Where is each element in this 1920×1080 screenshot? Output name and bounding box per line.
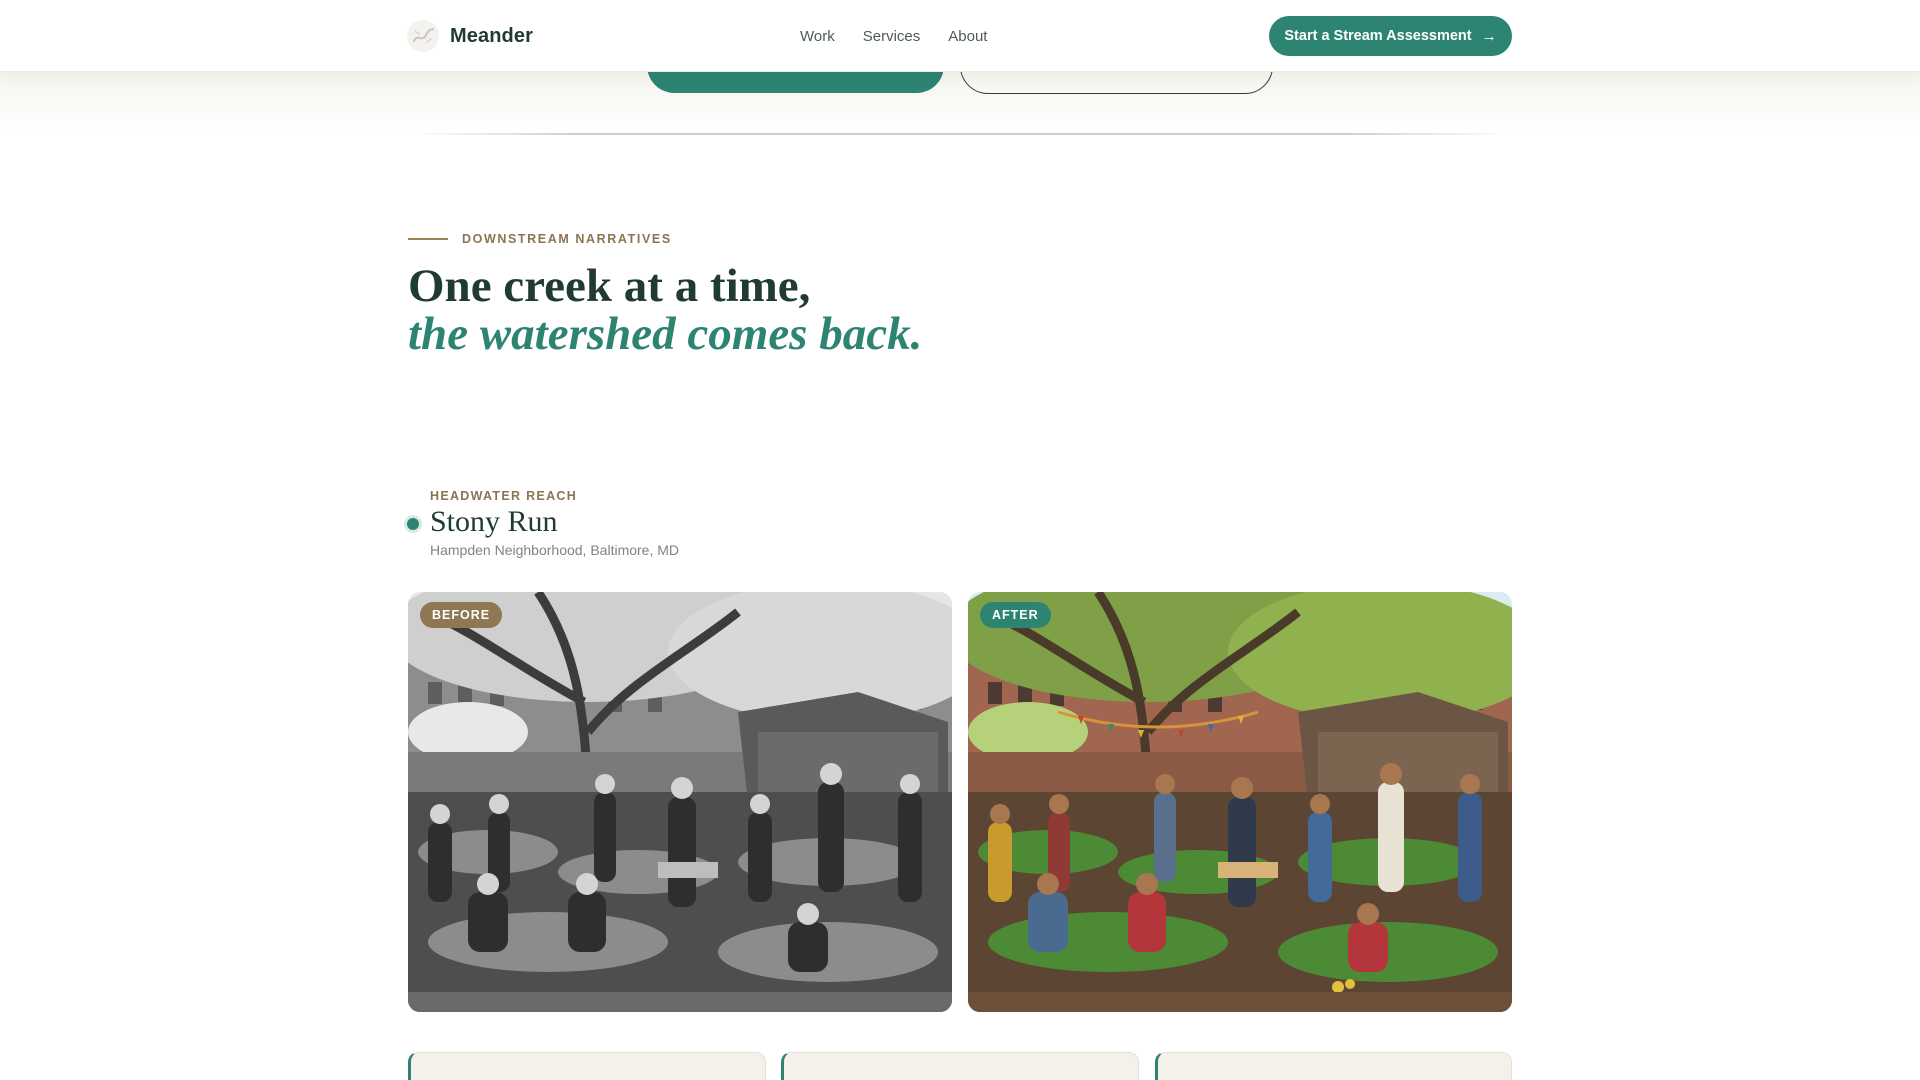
eyebrow-text: DOWNSTREAM NARRATIVES: [462, 232, 672, 246]
arrow-right-icon: →: [1481, 27, 1497, 45]
main-nav: Work Services About: [800, 0, 987, 72]
before-badge: BEFORE: [420, 602, 503, 628]
meander-logo-icon: [407, 20, 439, 52]
site-header: Meander Work Services About Start a Stre…: [0, 0, 1920, 72]
section-headline: One creek at a time, the watershed comes…: [408, 262, 928, 358]
section-divider: [408, 133, 1512, 135]
after-garden-illustration: [968, 592, 1512, 1012]
brand-name: Meander: [450, 24, 533, 47]
reach-location: Hampden Neighborhood, Baltimore, MD: [430, 542, 680, 558]
after-photo[interactable]: AFTER: [968, 592, 1512, 1012]
eyebrow-line: [408, 238, 448, 240]
before-photo[interactable]: BEFORE: [408, 592, 952, 1012]
after-badge: AFTER: [980, 602, 1051, 628]
start-stream-assessment-button[interactable]: Start a Stream Assessment →: [1269, 16, 1512, 56]
section-eyebrow: DOWNSTREAM NARRATIVES: [408, 232, 672, 246]
page: Meander Work Services About Start a Stre…: [0, 0, 1920, 1080]
before-garden-illustration: [408, 592, 952, 1012]
reach-marker-dot: [407, 518, 419, 530]
cta-label: Start a Stream Assessment: [1284, 28, 1472, 44]
brand[interactable]: Meander: [406, 19, 533, 53]
nav-services[interactable]: Services: [863, 28, 921, 45]
stat-card-1: [408, 1052, 766, 1080]
headline-line-2: the watershed comes back.: [408, 308, 923, 360]
headline-line-1: One creek at a time,: [408, 260, 811, 312]
reach-title: Stony Run: [430, 505, 558, 538]
reach-label: HEADWATER REACH: [430, 489, 578, 503]
stat-card-3: [1155, 1052, 1512, 1080]
nav-about[interactable]: About: [948, 28, 987, 45]
nav-work[interactable]: Work: [800, 28, 835, 45]
hero-background-fade: [0, 72, 1920, 132]
stat-card-2: [781, 1052, 1139, 1080]
